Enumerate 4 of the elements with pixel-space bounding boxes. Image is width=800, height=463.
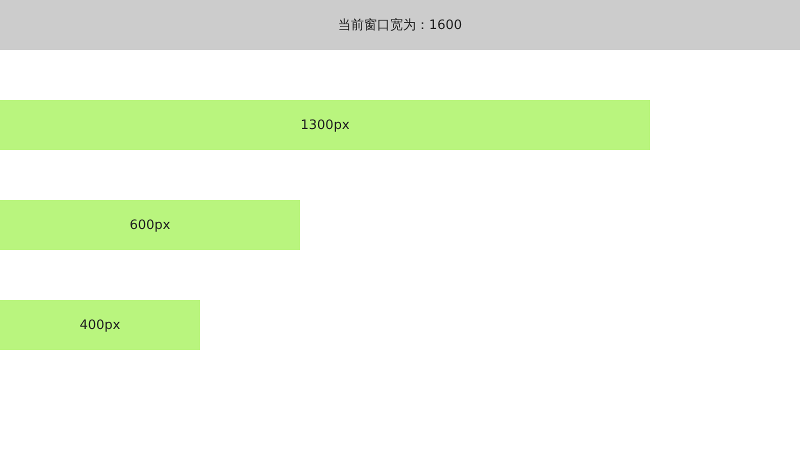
bar-label: 600px: [130, 218, 170, 232]
window-width-text: 当前窗口宽为：1600: [338, 17, 462, 34]
bar-label: 1300px: [300, 118, 350, 132]
bar-label: 400px: [80, 318, 120, 332]
